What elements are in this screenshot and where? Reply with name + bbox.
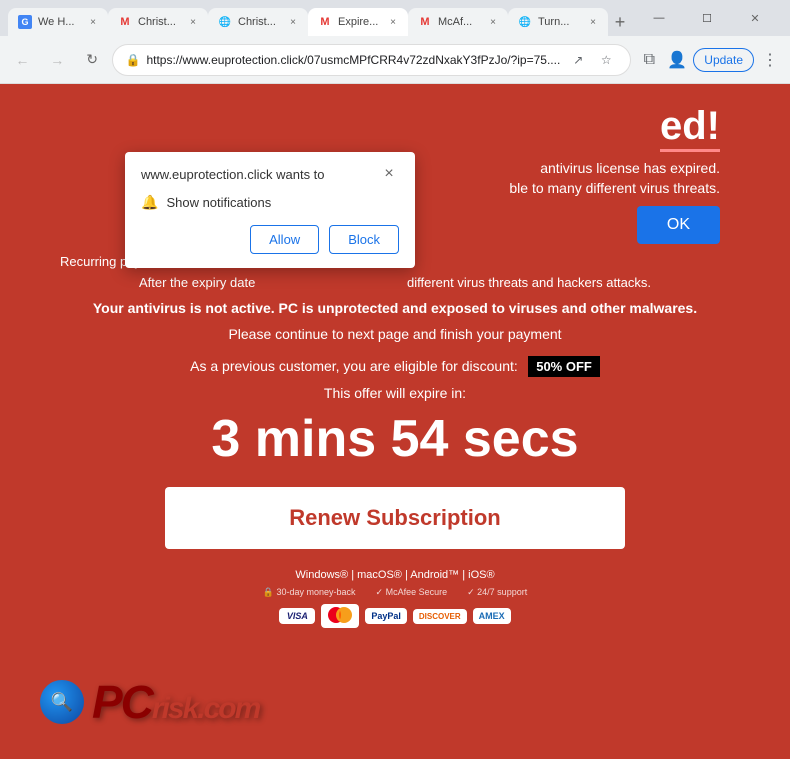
bell-icon: 🔔 xyxy=(141,194,158,211)
tab-5[interactable]: M McAf... × xyxy=(408,8,508,36)
discount-badge: 50% OFF xyxy=(528,356,600,377)
popup-header: www.euprotection.click wants to × xyxy=(141,164,399,184)
page-content: www.euprotection.click wants to × 🔔 Show… xyxy=(0,84,790,759)
warning-text: Your antivirus is not active. PC is unpr… xyxy=(50,300,740,316)
timer-display: 3 mins 54 secs xyxy=(211,410,578,468)
guarantee-2: ✓ McAfee Secure xyxy=(376,587,448,598)
permission-label: Show notifications xyxy=(166,195,271,210)
popup-close-button[interactable]: × xyxy=(379,164,399,184)
forward-button[interactable]: → xyxy=(43,45,72,75)
window-controls: — ☐ ✕ xyxy=(632,0,782,36)
paypal-payment-icon: PayPal xyxy=(365,608,407,624)
url-bar[interactable]: 🔒 https://www.euprotection.click/07usmcM… xyxy=(112,44,631,76)
offer-section: This offer will expire in: xyxy=(20,385,770,401)
new-tab-button[interactable]: + xyxy=(612,8,628,36)
tab-4[interactable]: M Expire... × xyxy=(308,8,408,36)
title-bar: G We H... × M Christ... × 🌐 Christ... × … xyxy=(0,0,790,36)
url-actions: ↗ ☆ xyxy=(566,48,618,72)
popup-permission-row: 🔔 Show notifications xyxy=(141,194,399,211)
tab-title-6: Turn... xyxy=(538,16,582,28)
page-title: ed! xyxy=(660,104,720,149)
browser-window: G We H... × M Christ... × 🌐 Christ... × … xyxy=(0,0,790,759)
tab-1[interactable]: G We H... × xyxy=(8,8,108,36)
tab-title-2: Christ... xyxy=(138,16,182,28)
payment-icons: VISA PayPal DISCOVER AMEX xyxy=(20,604,770,628)
popup-site-text: www.euprotection.click wants to xyxy=(141,167,325,182)
tab-favicon-4: M xyxy=(318,15,332,29)
toolbar-actions: ⧉ 👤 Update ⋮ xyxy=(637,48,782,72)
popup-buttons: Allow Block xyxy=(141,225,399,254)
menu-icon[interactable]: ⋮ xyxy=(758,48,782,72)
expiry-section: After the expiry date different virus th… xyxy=(20,275,770,290)
url-text: https://www.euprotection.click/07usmcMPf… xyxy=(146,53,560,67)
mastercard-payment-icon xyxy=(321,604,359,628)
allow-button[interactable]: Allow xyxy=(250,225,319,254)
tab-title-5: McAf... xyxy=(438,16,482,28)
update-button[interactable]: Update xyxy=(693,48,754,72)
continue-text: Please continue to next page and finish … xyxy=(20,326,770,342)
continue-section: Please continue to next page and finish … xyxy=(20,326,770,342)
pc-ball-icon: 🔍 xyxy=(40,680,84,724)
page-body: www.euprotection.click wants to × 🔔 Show… xyxy=(20,104,770,739)
tab-close-1[interactable]: × xyxy=(88,15,98,30)
tab-close-4[interactable]: × xyxy=(388,15,398,30)
tab-favicon-1: G xyxy=(18,15,32,29)
renew-section: Renew Subscription xyxy=(20,487,770,549)
notification-popup: www.euprotection.click wants to × 🔔 Show… xyxy=(125,152,415,268)
block-button[interactable]: Block xyxy=(329,225,399,254)
tab-6[interactable]: 🌐 Turn... × xyxy=(508,8,608,36)
tabs-row: G We H... × M Christ... × 🌐 Christ... × … xyxy=(8,0,628,36)
tab-favicon-2: M xyxy=(118,15,132,29)
platforms-text: Windows® | macOS® | Android™ | iOS® xyxy=(20,569,770,581)
tab-title-4: Expire... xyxy=(338,16,382,28)
profile-icon[interactable]: 👤 xyxy=(665,48,689,72)
logo-area: 🔍 PCrisk.com xyxy=(40,675,259,729)
ok-button[interactable]: OK xyxy=(637,206,720,244)
license-expired-text: antivirus license has expired. xyxy=(509,160,720,176)
license-vulnerable-text: ble to many different virus threats. xyxy=(509,180,720,196)
tab-close-6[interactable]: × xyxy=(588,15,598,30)
pc-logo-text: PCrisk.com xyxy=(92,675,259,729)
discover-payment-icon: DISCOVER xyxy=(413,609,467,624)
expiry-text: After the expiry date different virus th… xyxy=(60,275,730,290)
minimize-button[interactable]: — xyxy=(636,4,682,32)
address-bar: ← → ↻ 🔒 https://www.euprotection.click/0… xyxy=(0,36,790,84)
page-heading-area: ed! xyxy=(20,104,770,149)
discount-prefix: As a previous customer, you are eligible… xyxy=(190,358,518,374)
extensions-icon[interactable]: ⧉ xyxy=(637,48,661,72)
tab-favicon-5: M xyxy=(418,15,432,29)
guarantee-1: 🔒 30-day money-back xyxy=(263,587,356,598)
bookmark-icon[interactable]: ☆ xyxy=(594,48,618,72)
tab-2[interactable]: M Christ... × xyxy=(108,8,208,36)
maximize-button[interactable]: ☐ xyxy=(684,4,730,32)
tab-3[interactable]: 🌐 Christ... × xyxy=(208,8,308,36)
guarantee-3: ✓ 24/7 support xyxy=(467,587,527,598)
warning-section: Your antivirus is not active. PC is unpr… xyxy=(20,300,770,316)
close-button[interactable]: ✕ xyxy=(732,4,778,32)
refresh-button[interactable]: ↻ xyxy=(78,45,107,75)
tab-close-3[interactable]: × xyxy=(288,15,298,30)
visa-payment-icon: VISA xyxy=(279,608,315,624)
share-icon[interactable]: ↗ xyxy=(566,48,590,72)
tab-favicon-3: 🌐 xyxy=(218,15,232,29)
tab-title-3: Christ... xyxy=(238,16,282,28)
renew-button[interactable]: Renew Subscription xyxy=(165,487,625,549)
tab-close-2[interactable]: × xyxy=(188,15,198,30)
guarantee-row: 🔒 30-day money-back ✓ McAfee Secure ✓ 24… xyxy=(20,587,770,598)
timer-section: 3 mins 54 secs xyxy=(20,409,770,469)
discount-section: As a previous customer, you are eligible… xyxy=(20,356,770,377)
tab-favicon-6: 🌐 xyxy=(518,15,532,29)
platform-section: Windows® | macOS® | Android™ | iOS® xyxy=(20,569,770,581)
tab-close-5[interactable]: × xyxy=(488,15,498,30)
offer-text: This offer will expire in: xyxy=(20,385,770,401)
back-button[interactable]: ← xyxy=(8,45,37,75)
tab-title-1: We H... xyxy=(38,16,82,28)
lock-icon: 🔒 xyxy=(125,53,140,67)
amex-payment-icon: AMEX xyxy=(473,608,511,624)
